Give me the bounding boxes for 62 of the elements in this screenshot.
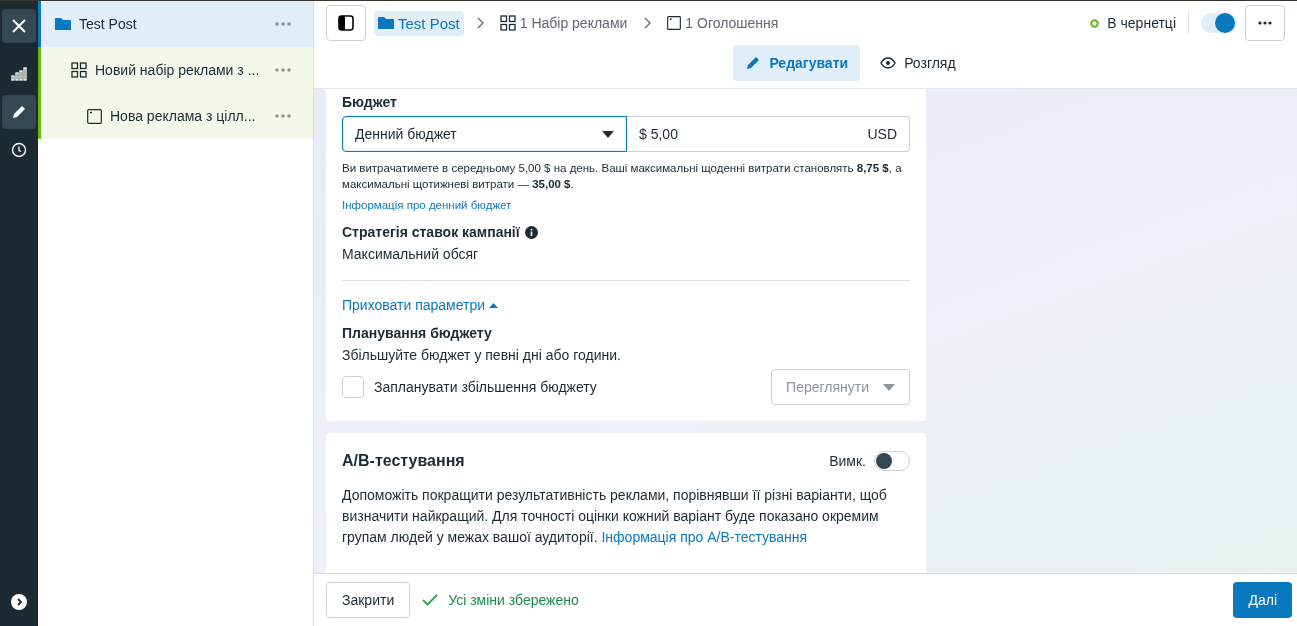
clock-icon xyxy=(11,142,27,158)
tree-item-label: Новий набір реклами з ... xyxy=(95,62,261,78)
saved-status: Усі зміни збережено xyxy=(448,592,579,608)
section-heading: Бюджет xyxy=(342,94,398,110)
checkbox-label: Запланувати збільшення бюджету xyxy=(374,379,597,395)
check-icon xyxy=(422,594,439,606)
tree-item[interactable]: Test Post xyxy=(38,1,313,47)
grid-icon xyxy=(71,62,87,78)
next-button[interactable]: Далі xyxy=(1233,582,1292,618)
card-title: A/B-тестування xyxy=(342,452,465,470)
schedule-description: Збільшуйте бюджет у певні дні або години. xyxy=(342,347,622,363)
budget-type-dropdown[interactable]: Денний бюджет xyxy=(342,116,627,152)
caret-icon xyxy=(883,383,895,391)
publish-toggle[interactable] xyxy=(1201,13,1237,33)
budget-amount-field[interactable]: $ 5,00 USD xyxy=(627,116,910,152)
tree-item[interactable]: Нова реклама з цілл... xyxy=(38,93,313,139)
budget-info-link[interactable]: Інформація про денний бюджет xyxy=(342,199,512,211)
folder-icon xyxy=(378,16,394,30)
bar-chart-icon xyxy=(11,67,27,81)
more-icon[interactable] xyxy=(275,22,291,26)
grid-icon xyxy=(499,15,516,31)
view-tab[interactable]: Розгляд xyxy=(868,45,968,81)
window-icon xyxy=(667,16,682,30)
hide-options-link[interactable]: Приховати параметри xyxy=(342,297,499,313)
sidebar-toggle-button[interactable] xyxy=(326,5,366,41)
chevron-icon xyxy=(475,17,484,29)
tree-item-label: Test Post xyxy=(79,16,138,32)
breadcrumb-link[interactable]: Test Post xyxy=(374,10,464,36)
chevron-icon xyxy=(643,17,652,29)
close-button[interactable]: Закрити xyxy=(326,582,411,618)
info-icon[interactable] xyxy=(524,225,538,239)
ab-test-toggle[interactable] xyxy=(874,451,910,471)
sidebar-icon xyxy=(338,15,354,31)
preview-dropdown[interactable]: Переглянути xyxy=(771,369,910,405)
section-heading: Планування бюджету xyxy=(342,325,493,341)
ab-test-info-link[interactable]: Інформація про A/B-тестування xyxy=(601,529,808,545)
caret-icon xyxy=(602,130,614,138)
eye-icon xyxy=(880,57,897,69)
more-icon[interactable] xyxy=(275,114,291,118)
edit-tab[interactable]: Редагувати xyxy=(733,45,861,81)
pencil-icon xyxy=(11,104,27,120)
folder-icon xyxy=(55,17,71,31)
expand-icon[interactable] xyxy=(11,594,27,610)
breadcrumb-link[interactable]: 1 Оголошення xyxy=(663,11,783,35)
pencil-icon xyxy=(745,55,762,71)
section-heading: Стратегія ставок кампанії xyxy=(342,224,520,240)
status-label: В чернетці xyxy=(1107,15,1176,31)
close-icon xyxy=(11,18,27,34)
window-icon xyxy=(87,108,102,124)
strategy-value: Максимальний обсяг xyxy=(342,246,480,262)
tree-item-label: Нова реклама з цілл... xyxy=(110,108,257,124)
more-icon[interactable] xyxy=(275,68,291,72)
close-button[interactable] xyxy=(2,9,36,43)
ab-test-description: Допоможіть покращити результативність реклами, порівнявши її різні варіанти, щоб визначити найкращий. Для точності оцінки кожний варіант буде показано окремим групам людей у межах вашої аудиторії. Інформація про A/B-тестування xyxy=(342,486,888,547)
budget-note: Ви витрачатимете в середньому 5,00 $ на день. Ваші максимальні щоденні витрати становлять 8,75 $, а максимальні щотижневі витрати — 35,00 $. xyxy=(342,161,903,192)
edit-button[interactable] xyxy=(2,95,36,129)
breadcrumb-link[interactable]: 1 Набір реклами xyxy=(495,11,632,35)
tree-item[interactable]: Новий набір реклами з ... xyxy=(38,47,313,93)
toggle-label: Вимк. xyxy=(829,453,866,469)
more-icon xyxy=(1258,21,1272,25)
schedule-checkbox[interactable] xyxy=(342,376,364,398)
caret-icon xyxy=(489,302,499,308)
